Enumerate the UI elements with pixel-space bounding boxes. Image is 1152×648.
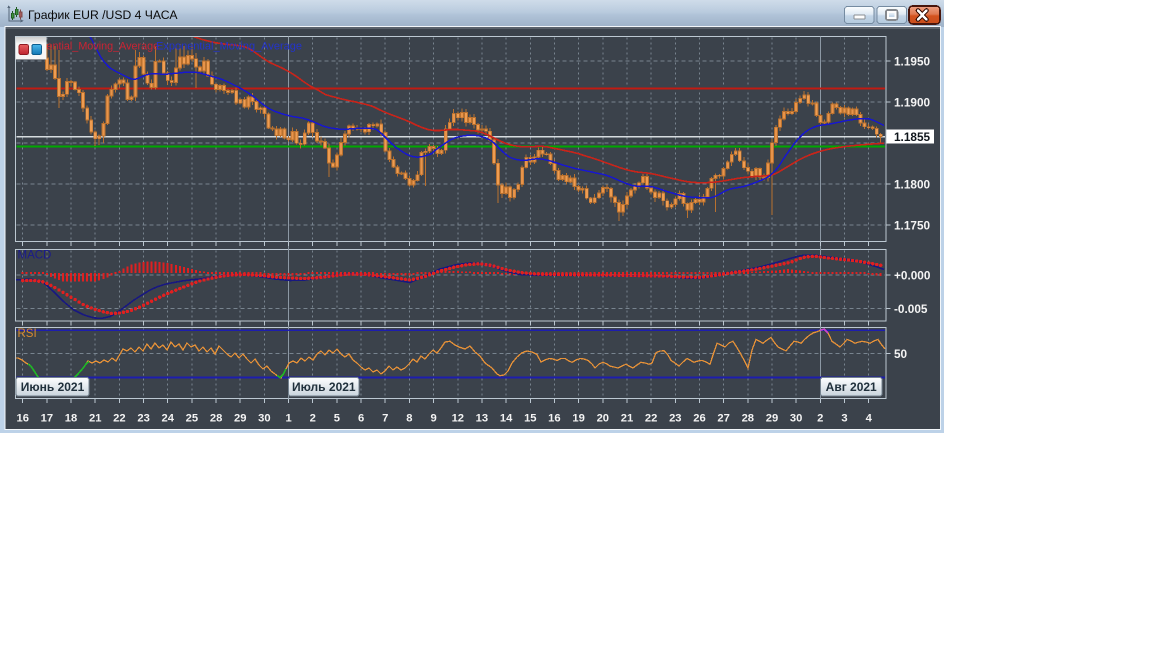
svg-text:30: 30 (258, 413, 270, 425)
svg-text:5: 5 (334, 413, 340, 425)
svg-text:16: 16 (548, 413, 560, 425)
svg-text:+0.000: +0.000 (894, 268, 931, 282)
svg-text:3: 3 (841, 413, 847, 425)
svg-text:1.1900: 1.1900 (894, 95, 931, 109)
svg-text:24: 24 (161, 413, 174, 425)
svg-text:Июнь 2021: Июнь 2021 (21, 380, 85, 394)
svg-text:28: 28 (210, 413, 222, 425)
svg-text:22: 22 (645, 413, 657, 425)
svg-text:1.1750: 1.1750 (894, 218, 931, 232)
svg-text:23: 23 (669, 413, 681, 425)
svg-text:График EUR /USD 4 ЧАСА: График EUR /USD 4 ЧАСА (28, 8, 178, 22)
svg-text:30: 30 (790, 413, 802, 425)
svg-text:ential_Moving_Average: ential_Moving_Average (47, 41, 160, 53)
svg-text:25: 25 (186, 413, 198, 425)
svg-text:RSI: RSI (18, 328, 37, 340)
svg-text:29: 29 (766, 413, 778, 425)
svg-text:15: 15 (524, 413, 536, 425)
svg-text:Июль 2021: Июль 2021 (292, 380, 356, 394)
svg-text:20: 20 (597, 413, 609, 425)
svg-text:16: 16 (16, 413, 28, 425)
svg-text:22: 22 (113, 413, 125, 425)
svg-text:26: 26 (693, 413, 705, 425)
svg-text:23: 23 (137, 413, 149, 425)
svg-text:2: 2 (310, 413, 316, 425)
svg-text:9: 9 (430, 413, 436, 425)
svg-text:1: 1 (285, 413, 291, 425)
svg-text:6: 6 (358, 413, 364, 425)
svg-text:MACD: MACD (18, 250, 52, 262)
svg-text:28: 28 (742, 413, 754, 425)
svg-text:8: 8 (406, 413, 412, 425)
svg-text:1.1950: 1.1950 (894, 54, 931, 68)
svg-text:-0.005: -0.005 (894, 302, 928, 316)
svg-text:17: 17 (41, 413, 53, 425)
svg-text:27: 27 (717, 413, 729, 425)
svg-text:1.1855: 1.1855 (894, 130, 931, 144)
svg-text:50: 50 (894, 347, 908, 361)
svg-text:21: 21 (89, 413, 101, 425)
svg-text:4: 4 (866, 413, 873, 425)
svg-text:14: 14 (500, 413, 513, 425)
svg-text:19: 19 (572, 413, 584, 425)
svg-text:18: 18 (65, 413, 77, 425)
svg-text:2: 2 (817, 413, 823, 425)
svg-text:Exponential_Moving_Average: Exponential_Moving_Average (156, 41, 302, 53)
svg-text:13: 13 (476, 413, 488, 425)
svg-text:Авг 2021: Авг 2021 (826, 380, 877, 394)
svg-text:29: 29 (234, 413, 246, 425)
svg-text:1.1800: 1.1800 (894, 177, 931, 191)
svg-text:21: 21 (621, 413, 633, 425)
svg-text:7: 7 (382, 413, 388, 425)
svg-text:12: 12 (452, 413, 464, 425)
